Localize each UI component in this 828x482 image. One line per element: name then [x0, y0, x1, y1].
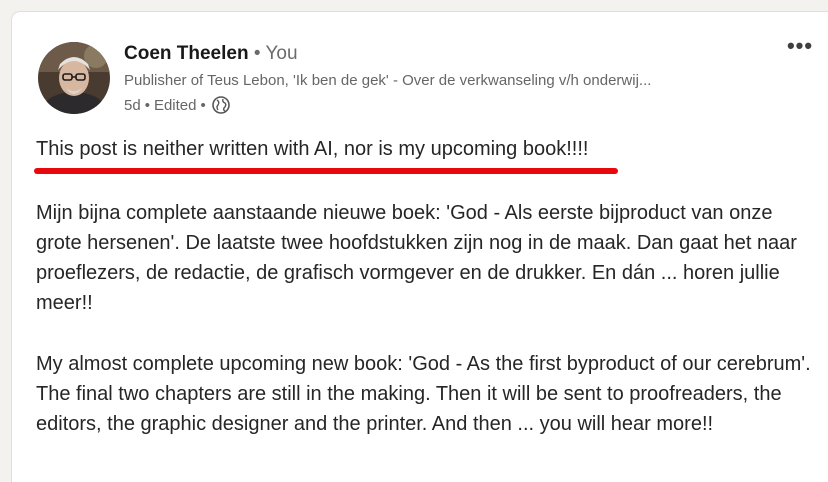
separator-dot: •	[200, 96, 206, 114]
post-card: Coen Theelen • You Publisher of Teus Leb…	[12, 12, 828, 482]
post-meta: 5d • Edited •	[124, 96, 230, 114]
author-line: Coen Theelen • You	[124, 43, 298, 65]
separator-dot: •	[144, 96, 150, 114]
avatar[interactable]	[38, 42, 110, 114]
author-headline: Publisher of Teus Lebon, 'Ik ben de gek'…	[124, 72, 652, 89]
globe-icon	[211, 96, 230, 114]
separator-dot: •	[253, 43, 261, 64]
author-name[interactable]: Coen Theelen	[124, 43, 249, 64]
post-paragraph-english: My almost complete upcoming new book: 'G…	[36, 353, 811, 435]
post-time[interactable]: 5d	[124, 97, 141, 114]
relation-label: You	[265, 43, 298, 64]
red-underline-annotation	[34, 168, 618, 174]
edited-label: Edited	[153, 96, 197, 114]
post-highlight-line: This post is neither written with AI, no…	[36, 138, 589, 160]
post-paragraph-dutch: Mijn bijna complete aanstaande nieuwe bo…	[36, 202, 797, 314]
avatar-image	[38, 42, 110, 114]
more-options-button[interactable]: •••	[782, 33, 818, 58]
